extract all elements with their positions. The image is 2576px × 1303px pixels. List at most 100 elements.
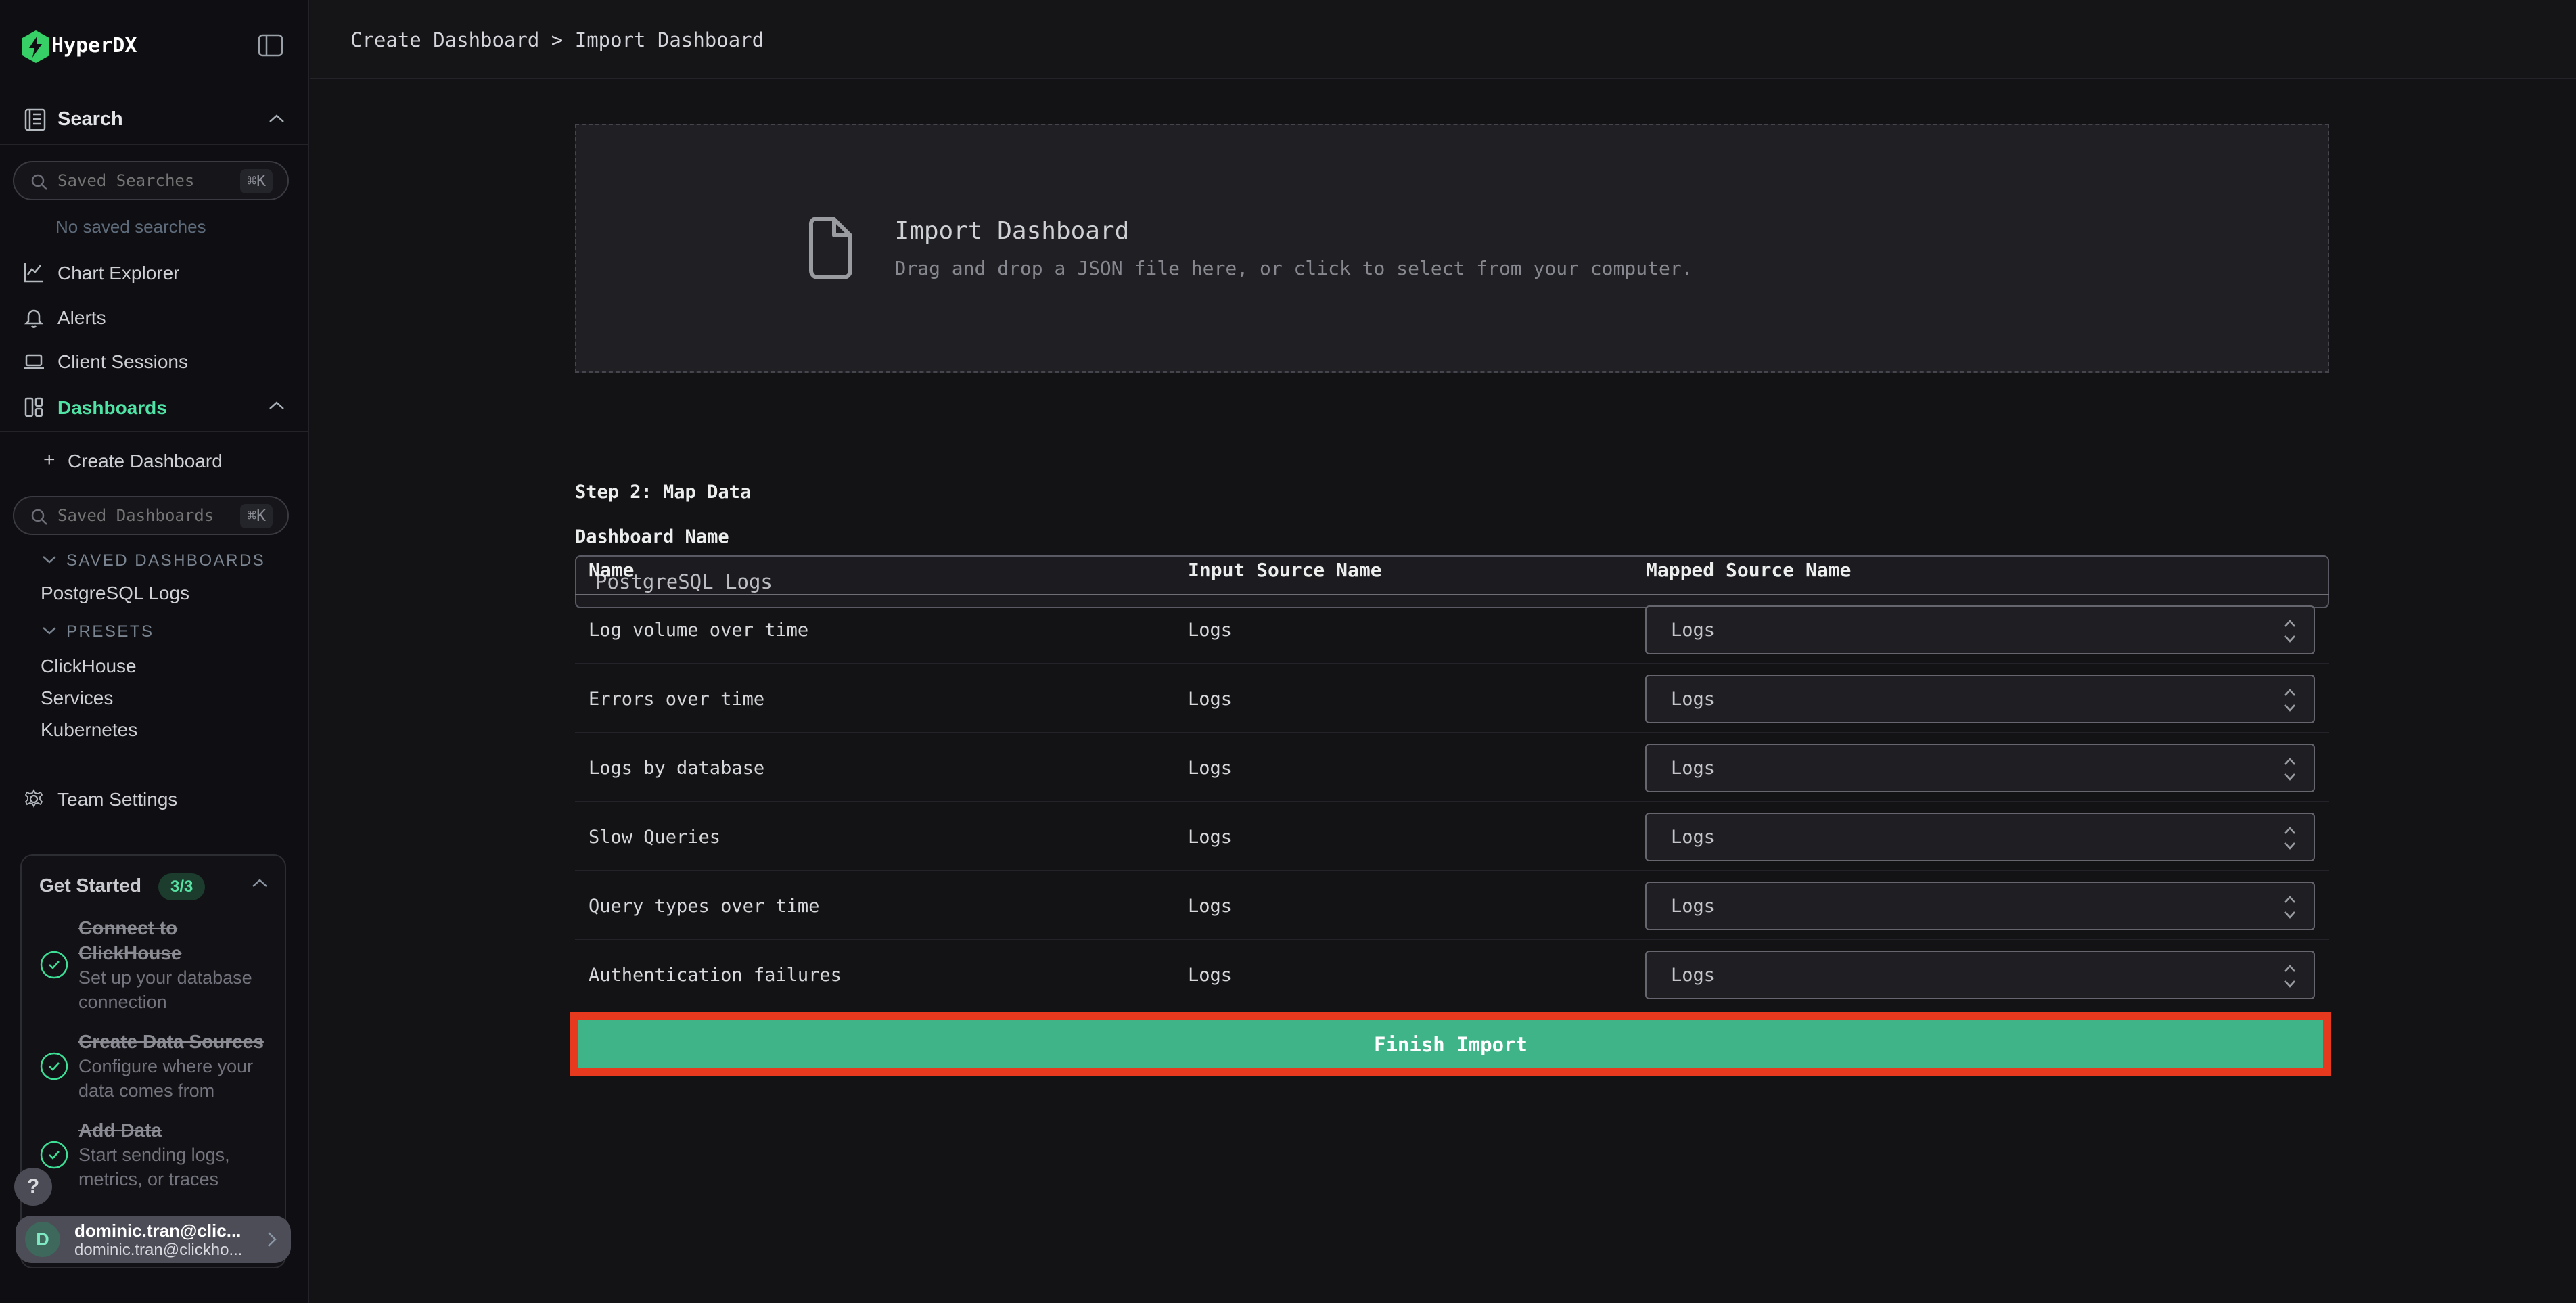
create-dashboard-button[interactable]: + Create Dashboard [0,447,309,474]
sidebar-collapse-icon[interactable] [257,32,284,58]
preset-item-services[interactable]: Services [41,684,113,711]
row-input-source: Logs [1188,896,1233,917]
select-caret-icon [2282,894,2297,921]
hyperdx-app: HyperDX Search Saved Searches ⌘K No save… [0,0,2576,1303]
user-menu[interactable]: D dominic.tran@clic... dominic.tran@clic… [16,1216,291,1263]
sidebar-item-label: Client Sessions [58,351,188,372]
select-value: Logs [1671,758,1716,779]
help-button[interactable]: ? [14,1168,52,1206]
check-circle-icon [39,1051,69,1081]
check-circle-icon [39,950,69,980]
saved-dashboard-item[interactable]: PostgreSQL Logs [41,579,189,606]
presets-group-header[interactable]: PRESETS [0,617,309,644]
table-row: Errors over time Logs Logs [575,664,2329,733]
sidebar-item-dashboards[interactable]: Dashboards [0,392,309,422]
get-started-item[interactable]: Add Data Start sending logs, metrics, or… [39,1118,270,1191]
row-name: Log volume over time [589,620,809,641]
get-started-items: Connect to ClickHouse Set up your databa… [39,915,270,1206]
get-started-item-subtitle: Start sending logs, metrics, or traces [78,1145,230,1189]
mapped-source-select[interactable]: Logs [1645,882,2315,930]
sidebar-item-team-settings[interactable]: Team Settings [0,784,309,814]
mapped-source-select[interactable]: Logs [1645,813,2315,861]
row-name: Slow Queries [589,827,721,848]
step-label: Step 2: Map Data [575,482,752,503]
preset-item-kubernetes[interactable]: Kubernetes [41,716,137,743]
divider [0,431,309,432]
sidebar-item-chart-explorer[interactable]: Chart Explorer [0,258,309,288]
column-header-mapped-source: Mapped Source Name [1646,559,1852,581]
sidebar-item-client-sessions[interactable]: Client Sessions [0,346,309,376]
mapped-source-select[interactable]: Logs [1645,675,2315,723]
get-started-title: Get Started [39,875,141,896]
table-row: Authentication failures Logs Logs [575,940,2329,1009]
hyperdx-logo-icon [20,30,51,64]
chevron-down-icon [41,554,58,565]
dashboards-grid-icon [22,396,45,419]
table-row: Query types over time Logs Logs [575,871,2329,940]
column-header-name: Name [589,559,635,581]
row-input-source: Logs [1188,965,1233,986]
sidebar: HyperDX Search Saved Searches ⌘K No save… [0,0,309,1303]
get-started-item-title: Connect to ClickHouse [78,917,182,963]
client-sessions-icon [22,350,45,373]
row-name: Authentication failures [589,965,842,986]
dropzone-title: Import Dashboard [894,217,1130,245]
row-input-source: Logs [1188,827,1233,848]
sidebar-item-label: Dashboards [58,397,167,418]
mapping-table: Name Input Source Name Mapped Source Nam… [575,553,2329,1009]
row-name: Errors over time [589,689,765,710]
select-caret-icon [2282,825,2297,852]
select-value: Logs [1671,620,1716,641]
row-input-source: Logs [1188,689,1233,710]
avatar: D [25,1222,60,1257]
saved-dashboards-input-wrap: ⌘K [13,496,289,535]
get-started-header[interactable]: Get Started 3/3 [39,872,270,902]
chevron-right-icon [265,1229,279,1250]
get-started-item[interactable]: Create Data Sources Configure where your… [39,1029,270,1103]
table-header-row: Name Input Source Name Mapped Source Nam… [575,553,2329,595]
sidebar-item-label: Chart Explorer [58,262,180,283]
finish-import-label: Finish Import [1374,1032,1527,1056]
saved-dashboards-group-header[interactable]: SAVED DASHBOARDS [0,546,309,573]
search-section-label: Search [58,108,123,130]
breadcrumb: Create Dashboard > Import Dashboard [350,28,764,51]
mapped-source-select[interactable]: Logs [1645,605,2315,654]
gear-icon [22,787,45,810]
file-icon [806,216,856,281]
search-section-icon [22,107,48,133]
sidebar-item-alerts[interactable]: Alerts [0,302,309,332]
saved-searches-input-wrap: ⌘K [13,161,289,200]
select-caret-icon [2282,687,2297,714]
table-row: Slow Queries Logs Logs [575,802,2329,871]
saved-dashboards-input[interactable] [58,500,240,531]
chart-explorer-icon [22,261,45,284]
import-dropzone[interactable]: Import Dashboard Drag and drop a JSON fi… [575,124,2329,373]
saved-searches-input[interactable] [58,165,240,196]
no-saved-searches-text: No saved searches [55,216,206,237]
select-value: Logs [1671,965,1716,986]
sidebar-item-label: Alerts [58,307,106,328]
get-started-card: Get Started 3/3 Connect to ClickHouse Se… [20,854,286,1268]
mapped-source-select[interactable]: Logs [1645,744,2315,792]
chevron-up-icon [266,399,288,413]
app-title: HyperDX [51,34,137,58]
row-name: Logs by database [589,758,765,779]
progress-badge: 3/3 [158,873,206,900]
row-name: Query types over time [589,896,820,917]
select-caret-icon [2282,756,2297,783]
mapped-source-select[interactable]: Logs [1645,951,2315,999]
get-started-item[interactable]: Connect to ClickHouse Set up your databa… [39,915,270,1014]
search-section-header[interactable]: Search [0,95,309,145]
finish-import-button[interactable]: Finish Import [578,1020,2323,1068]
search-icon [29,507,49,527]
team-settings-label: Team Settings [58,789,178,810]
select-value: Logs [1671,827,1716,848]
search-icon [29,172,49,192]
logo-row: HyperDX [0,26,309,69]
alerts-bell-icon [22,306,45,329]
group-header-label: SAVED DASHBOARDS [66,551,266,570]
table-row: Log volume over time Logs Logs [575,595,2329,664]
get-started-item-title: Create Data Sources [78,1031,264,1052]
create-dashboard-label: Create Dashboard [68,451,223,472]
preset-item-clickhouse[interactable]: ClickHouse [41,652,137,679]
